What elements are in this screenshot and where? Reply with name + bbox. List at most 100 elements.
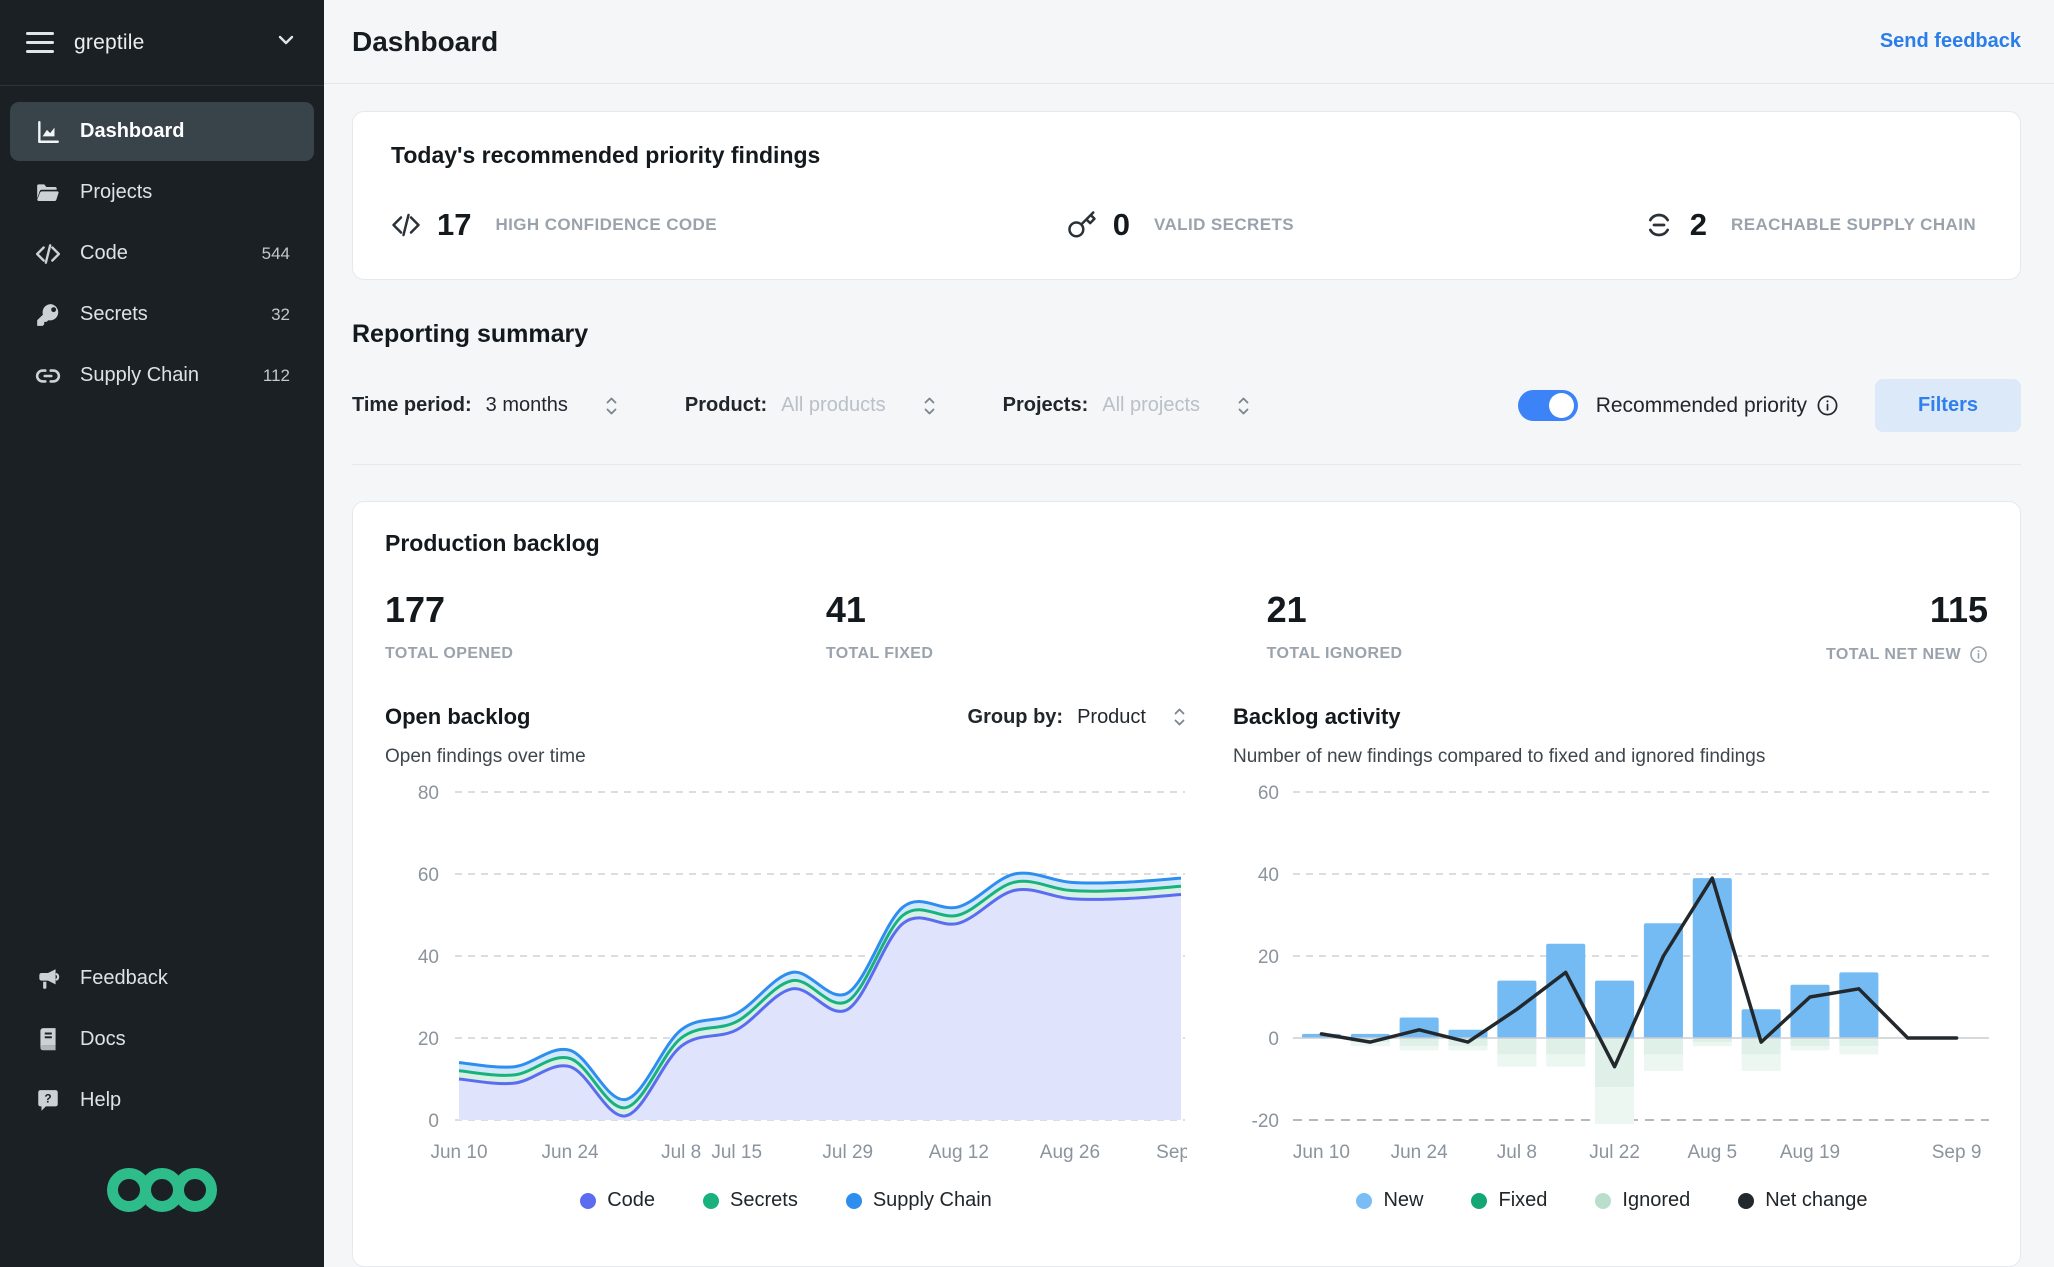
priority-findings-card: Today's recommended priority findings 17…: [352, 111, 2021, 280]
svg-text:20: 20: [418, 1029, 439, 1050]
backlog-activity-subtitle: Number of new findings compared to fixed…: [1233, 746, 1766, 767]
backlog-stats-row: 177 TOTAL OPENED 41 TOTAL FIXED 21 TOTAL…: [385, 589, 1988, 664]
svg-text:Jun 24: Jun 24: [1391, 1142, 1448, 1163]
stat-value: 17: [437, 207, 472, 242]
legend-item-supply-chain[interactable]: Supply Chain: [845, 1189, 992, 1212]
svg-text:60: 60: [1258, 783, 1279, 804]
menu-icon[interactable]: [26, 32, 54, 53]
stat-label: TOTAL OPENED: [385, 645, 826, 663]
sidebar-item-code[interactable]: Code 544: [10, 224, 314, 283]
supply-chain-icon: [1644, 210, 1674, 240]
group-by-select[interactable]: Group by: Product: [968, 705, 1187, 729]
stat-label: TOTAL NET NEW: [1707, 645, 1988, 664]
svg-text:Aug 19: Aug 19: [1780, 1142, 1840, 1163]
priority-stats-row: 17 HIGH CONFIDENCE CODE 0 VALID SECRETS …: [391, 207, 1982, 243]
filter-row: Time period: 3 months Product: All produ…: [352, 379, 2021, 465]
stat-total-fixed: 41 TOTAL FIXED: [826, 589, 1267, 664]
info-icon[interactable]: [1969, 645, 1988, 664]
charts-row: Open backlog Group by: Product Open find…: [385, 704, 1991, 1212]
sidebar-item-secrets[interactable]: Secrets 32: [10, 285, 314, 344]
sidebar-item-label: Docs: [80, 1028, 126, 1050]
svg-text:Jul 8: Jul 8: [661, 1142, 701, 1163]
product-select[interactable]: Product: All products: [685, 394, 937, 418]
time-period-select[interactable]: Time period: 3 months: [352, 394, 619, 418]
filter-value: All projects: [1102, 394, 1201, 416]
reporting-summary-title: Reporting summary: [352, 320, 589, 348]
info-icon[interactable]: [1816, 394, 1839, 417]
svg-text:Jun 10: Jun 10: [430, 1142, 487, 1163]
top-bar: Dashboard Send feedback: [324, 0, 2054, 84]
legend-dot: [580, 1192, 597, 1209]
stat-value: 21: [1266, 589, 1307, 630]
production-backlog-card: Production backlog 177 TOTAL OPENED 41 T…: [352, 501, 2021, 1267]
legend-item-ignored[interactable]: Ignored: [1595, 1189, 1690, 1212]
legend-dot: [1471, 1192, 1488, 1209]
help-icon: ?: [34, 1087, 61, 1114]
svg-text:40: 40: [418, 947, 439, 968]
svg-text:60: 60: [418, 865, 439, 886]
folder-icon: [34, 179, 61, 206]
chevron-down-icon[interactable]: [274, 28, 298, 57]
stat-valid-secrets[interactable]: 0 VALID SECRETS: [1067, 207, 1294, 243]
send-feedback-link[interactable]: Send feedback: [1880, 30, 2021, 53]
dashboard-icon: [34, 118, 61, 145]
key-icon: [1067, 210, 1097, 240]
projects-select[interactable]: Projects: All projects: [1003, 394, 1251, 418]
sidebar-item-feedback[interactable]: Feedback: [10, 949, 314, 1008]
legend-item-secrets[interactable]: Secrets: [703, 1189, 798, 1212]
stat-label: HIGH CONFIDENCE CODE: [495, 215, 717, 234]
svg-text:40: 40: [1258, 865, 1279, 886]
svg-text:-20: -20: [1252, 1111, 1279, 1132]
reporting-summary-section: Reporting summary Time period: 3 months …: [352, 320, 2021, 465]
sidebar-item-label: Projects: [80, 181, 153, 203]
svg-text:0: 0: [1268, 1029, 1279, 1050]
sidebar: greptile Dashboard Projects Code 544 Sec…: [0, 0, 324, 1267]
svg-text:Jun 10: Jun 10: [1293, 1142, 1350, 1163]
sidebar-item-label: Help: [80, 1089, 122, 1111]
sidebar-item-help[interactable]: ? Help: [10, 1071, 314, 1130]
select-caret-icon: [922, 394, 937, 418]
stat-label-text: TOTAL NET NEW: [1826, 645, 1961, 663]
book-icon: [34, 1026, 61, 1053]
filters-button[interactable]: Filters: [1874, 379, 2021, 432]
legend-label: New: [1383, 1189, 1424, 1211]
sidebar-item-count: 112: [262, 365, 290, 385]
svg-text:Aug 12: Aug 12: [929, 1142, 989, 1163]
page-title: Dashboard: [352, 25, 499, 57]
sidebar-item-docs[interactable]: Docs: [10, 1010, 314, 1069]
sidebar-item-supply-chain[interactable]: Supply Chain 112: [10, 346, 314, 405]
legend-label: Net change: [1765, 1189, 1868, 1211]
svg-text:Aug 5: Aug 5: [1687, 1142, 1737, 1163]
main-area: Dashboard Send feedback Today's recommen…: [324, 0, 2054, 1267]
stat-value: 2: [1689, 207, 1708, 242]
stat-reachable-supply-chain[interactable]: 2 REACHABLE SUPPLY CHAIN: [1644, 207, 1976, 243]
stat-value: 177: [385, 589, 446, 630]
legend-item-code[interactable]: Code: [580, 1189, 655, 1212]
stat-high-confidence-code[interactable]: 17 HIGH CONFIDENCE CODE: [391, 207, 717, 243]
sidebar-item-projects[interactable]: Projects: [10, 163, 314, 222]
legend-item-new[interactable]: New: [1356, 1189, 1423, 1212]
sidebar-item-count: 32: [271, 304, 290, 324]
link-icon: [34, 362, 61, 389]
svg-text:20: 20: [1258, 947, 1279, 968]
open-backlog-chart[interactable]: 0 20 40 60 80 Jun 10 Jun 24 Jul 8 Jul 15 Jul 29 Au…: [385, 776, 1206, 1179]
backlog-activity-chart[interactable]: -20 0 20 40 60 Jun 10 Jun 24 Jul 8 Jul 22 Aug 5 Au…: [1233, 776, 1991, 1179]
filter-value: 3 months: [485, 394, 568, 416]
legend-label: Secrets: [730, 1189, 798, 1211]
legend-item-fixed[interactable]: Fixed: [1471, 1189, 1547, 1212]
select-caret-icon: [1236, 394, 1251, 418]
sidebar-item-label: Secrets: [80, 303, 148, 325]
filter-label: Time period:: [352, 394, 472, 416]
stat-label-text: TOTAL FIXED: [825, 645, 934, 662]
recommended-priority-toggle[interactable]: [1517, 390, 1578, 421]
stat-total-opened: 177 TOTAL OPENED: [385, 589, 826, 664]
content: Today's recommended priority findings 17…: [324, 84, 2054, 1267]
legend-label: Ignored: [1622, 1189, 1691, 1211]
legend-label: Code: [607, 1189, 656, 1211]
legend-item-net-change[interactable]: Net change: [1738, 1189, 1868, 1212]
open-backlog-legend: Code Secrets Supply Chain: [385, 1189, 1187, 1212]
svg-text:Jul 22: Jul 22: [1589, 1142, 1640, 1163]
sidebar-item-label: Supply Chain: [80, 364, 199, 386]
select-caret-icon: [1172, 705, 1187, 729]
sidebar-item-dashboard[interactable]: Dashboard: [10, 102, 314, 161]
